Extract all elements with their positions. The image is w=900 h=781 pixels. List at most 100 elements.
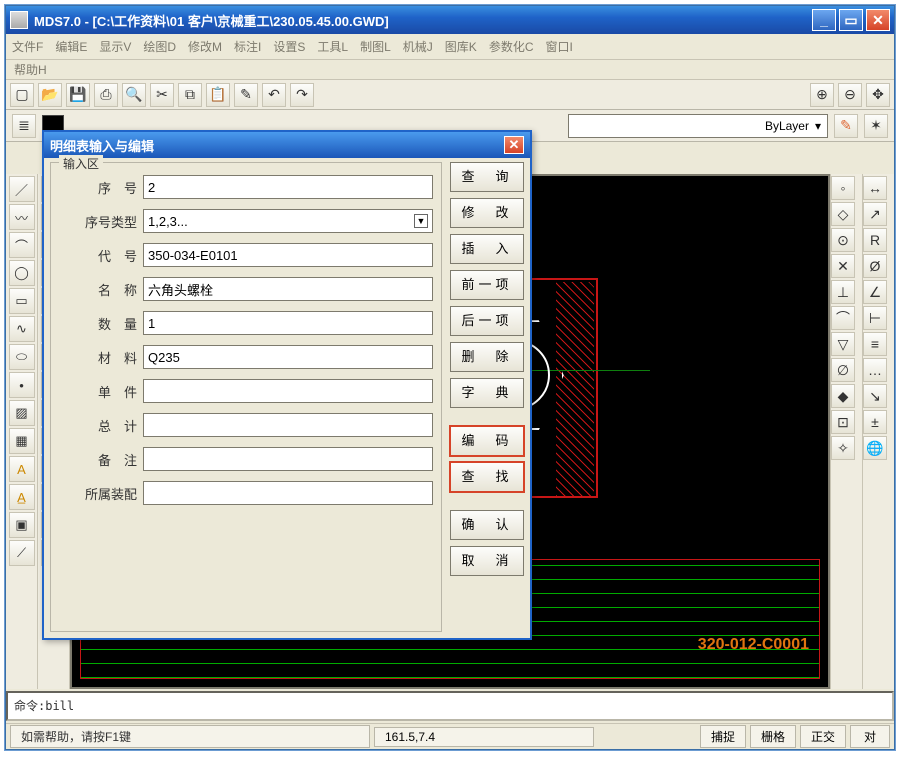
print-icon[interactable]: ⎙ bbox=[94, 83, 118, 107]
hatch-icon[interactable]: ▨ bbox=[9, 400, 35, 426]
query-button[interactable]: 查 询 bbox=[450, 162, 524, 192]
status-ortho[interactable]: 正交 bbox=[800, 725, 846, 748]
new-icon[interactable]: ▢ bbox=[10, 83, 34, 107]
dim-ord-icon[interactable]: ⊢ bbox=[863, 306, 887, 330]
input-code[interactable] bbox=[143, 243, 433, 267]
explode-icon[interactable]: ✶ bbox=[864, 114, 888, 138]
next-button[interactable]: 后一项 bbox=[450, 306, 524, 336]
menu-setting[interactable]: 设置S bbox=[273, 38, 305, 55]
paste-icon[interactable]: 📋 bbox=[206, 83, 230, 107]
snap-quad-icon[interactable]: ◆ bbox=[831, 384, 855, 408]
menu-plot[interactable]: 制图L bbox=[360, 38, 391, 55]
input-name[interactable] bbox=[143, 277, 433, 301]
modify-button[interactable]: 修 改 bbox=[450, 198, 524, 228]
menu-draw[interactable]: 绘图D bbox=[143, 38, 176, 55]
paint-icon[interactable]: ✎ bbox=[834, 114, 858, 138]
dim-angle-icon[interactable]: ∠ bbox=[863, 280, 887, 304]
menu-tools[interactable]: 工具L bbox=[317, 38, 348, 55]
redo-icon[interactable]: ↷ bbox=[290, 83, 314, 107]
ok-button[interactable]: 确 认 bbox=[450, 510, 524, 540]
menubar: 文件F 编辑E 显示V 绘图D 修改M 标注I 设置S 工具L 制图L 机械J … bbox=[6, 34, 894, 60]
minimize-button[interactable]: _ bbox=[812, 9, 836, 31]
input-assy[interactable] bbox=[143, 481, 433, 505]
close-button[interactable]: ✕ bbox=[866, 9, 890, 31]
mtext-icon[interactable]: A̲ bbox=[9, 484, 35, 510]
dialog-close-button[interactable]: ✕ bbox=[504, 136, 524, 154]
menu-window[interactable]: 窗口I bbox=[545, 38, 572, 55]
dim-radius-icon[interactable]: R bbox=[863, 228, 887, 252]
dim-linear-icon[interactable]: ↔ bbox=[863, 176, 887, 200]
region-icon[interactable]: ▦ bbox=[9, 428, 35, 454]
arc-icon[interactable]: ⌒ bbox=[9, 232, 35, 258]
world-icon[interactable]: 🌐 bbox=[863, 436, 887, 460]
circle-icon[interactable]: ◯ bbox=[9, 260, 35, 286]
text-icon[interactable]: A bbox=[9, 456, 35, 482]
snap-none-icon[interactable]: ∅ bbox=[831, 358, 855, 382]
spline-icon[interactable]: ∿ bbox=[9, 316, 35, 342]
encode-button[interactable]: 编 码 bbox=[450, 426, 524, 456]
match-icon[interactable]: ✎ bbox=[234, 83, 258, 107]
preview-icon[interactable]: 🔍 bbox=[122, 83, 146, 107]
snap-cen-icon[interactable]: ⊙ bbox=[831, 228, 855, 252]
dim-tol-icon[interactable]: ± bbox=[863, 410, 887, 434]
menu-library[interactable]: 图库K bbox=[445, 38, 477, 55]
delete-button[interactable]: 删 除 bbox=[450, 342, 524, 372]
maximize-button[interactable]: ▭ bbox=[839, 9, 863, 31]
rect-icon[interactable]: ▭ bbox=[9, 288, 35, 314]
dim-cont-icon[interactable]: … bbox=[863, 358, 887, 382]
undo-icon[interactable]: ↶ bbox=[262, 83, 286, 107]
construction-icon[interactable]: ⟋ bbox=[9, 540, 35, 566]
cut-icon[interactable]: ✂ bbox=[150, 83, 174, 107]
snap-ins-icon[interactable]: ⊡ bbox=[831, 410, 855, 434]
menu-edit[interactable]: 编辑E bbox=[55, 38, 87, 55]
dim-leader-icon[interactable]: ↘ bbox=[863, 384, 887, 408]
dim-dia-icon[interactable]: Ø bbox=[863, 254, 887, 278]
input-single[interactable] bbox=[143, 379, 433, 403]
snap-tan-icon[interactable]: ⌒ bbox=[831, 306, 855, 330]
snap-near-icon[interactable]: ▽ bbox=[831, 332, 855, 356]
status-grid[interactable]: 栅格 bbox=[750, 725, 796, 748]
snap-mid-icon[interactable]: ◇ bbox=[831, 202, 855, 226]
menu-view[interactable]: 显示V bbox=[99, 38, 131, 55]
snap-per-icon[interactable]: ⊥ bbox=[831, 280, 855, 304]
dim-base-icon[interactable]: ≡ bbox=[863, 332, 887, 356]
input-note[interactable] bbox=[143, 447, 433, 471]
copy-icon[interactable]: ⧉ bbox=[178, 83, 202, 107]
input-seq[interactable] bbox=[143, 175, 433, 199]
pan-icon[interactable]: ✥ bbox=[866, 83, 890, 107]
menu-param[interactable]: 参数化C bbox=[489, 38, 534, 55]
layers-icon[interactable]: ≣ bbox=[12, 114, 36, 138]
block-icon[interactable]: ▣ bbox=[9, 512, 35, 538]
zoom-realtime-icon[interactable]: ⊖ bbox=[838, 83, 862, 107]
select-seqtype[interactable]: 1,2,3... ▼ bbox=[143, 209, 433, 233]
prev-button[interactable]: 前一项 bbox=[450, 270, 524, 300]
dim-aligned-icon[interactable]: ↗ bbox=[863, 202, 887, 226]
status-snap[interactable]: 捕捉 bbox=[700, 725, 746, 748]
dict-button[interactable]: 字 典 bbox=[450, 378, 524, 408]
label-single: 单 件 bbox=[59, 382, 137, 401]
save-icon[interactable]: 💾 bbox=[66, 83, 90, 107]
line-icon[interactable]: ／ bbox=[9, 176, 35, 202]
cancel-button[interactable]: 取 消 bbox=[450, 546, 524, 576]
menu-machine[interactable]: 机械J bbox=[403, 38, 433, 55]
zoom-window-icon[interactable]: ⊕ bbox=[810, 83, 834, 107]
ellipse-icon[interactable]: ⬭ bbox=[9, 344, 35, 370]
menu-help[interactable]: 帮助H bbox=[14, 61, 47, 78]
open-icon[interactable]: 📂 bbox=[38, 83, 62, 107]
snap-node-icon[interactable]: ✧ bbox=[831, 436, 855, 460]
input-total[interactable] bbox=[143, 413, 433, 437]
input-material[interactable] bbox=[143, 345, 433, 369]
find-button[interactable]: 查 找 bbox=[450, 462, 524, 492]
input-qty[interactable] bbox=[143, 311, 433, 335]
polyline-icon[interactable]: 〰 bbox=[9, 204, 35, 230]
snap-end-icon[interactable]: ◦ bbox=[831, 176, 855, 200]
menu-dim[interactable]: 标注I bbox=[234, 38, 261, 55]
snap-int-icon[interactable]: ✕ bbox=[831, 254, 855, 278]
point-icon[interactable]: • bbox=[9, 372, 35, 398]
command-line[interactable]: 命令:bill bbox=[6, 691, 894, 721]
linetype-select[interactable]: ByLayer ▾ bbox=[568, 114, 828, 138]
insert-button[interactable]: 插 入 bbox=[450, 234, 524, 264]
menu-modify[interactable]: 修改M bbox=[188, 38, 222, 55]
menu-file[interactable]: 文件F bbox=[12, 38, 43, 55]
status-polar[interactable]: 对 bbox=[850, 725, 890, 748]
